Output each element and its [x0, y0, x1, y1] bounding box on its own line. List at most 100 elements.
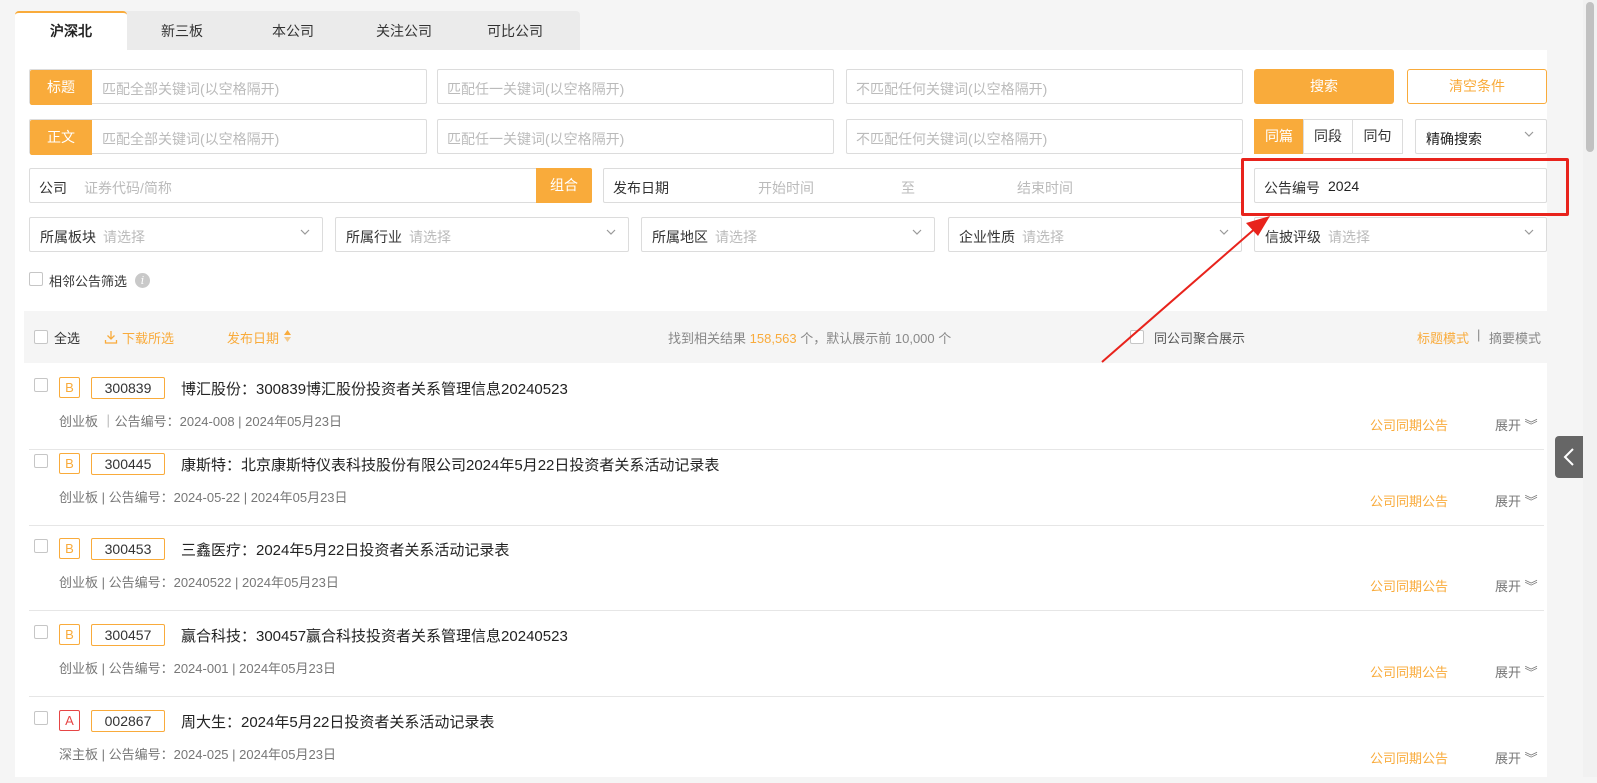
company-peer-announcements-link[interactable]: 公司同期公告 — [1370, 748, 1448, 767]
date-end-input[interactable]: 结束时间 — [1017, 178, 1073, 198]
company-peer-announcements-link[interactable]: 公司同期公告 — [1370, 662, 1448, 681]
filter-industry-placeholder: 请选择 — [409, 229, 451, 245]
sidebar-collapse-tab[interactable] — [1555, 436, 1584, 478]
chevron-down-icon — [606, 229, 616, 235]
result-checkbox[interactable] — [34, 378, 48, 392]
chevron-down-icon — [1524, 229, 1534, 235]
body-any-keywords-field[interactable]: 匹配任一关键词(以空格隔开) — [437, 119, 834, 154]
search-mode-select[interactable]: 精确搜索 — [1415, 119, 1547, 154]
scope-same-sentence[interactable]: 同句 — [1352, 119, 1403, 154]
search-button[interactable]: 搜索 — [1254, 69, 1394, 104]
clear-conditions-button[interactable]: 清空条件 — [1407, 69, 1547, 104]
title-all-keywords-field[interactable]: 标题 匹配全部关键词(以空格隔开) — [29, 69, 427, 105]
filter-enterprise-type-label: 企业性质 — [959, 229, 1015, 245]
search-mode-value: 精确搜索 — [1426, 131, 1482, 147]
result-row[interactable]: B 300453 三鑫医疗：2024年5月22日投资者关系活动记录表 创业板 |… — [29, 525, 1544, 611]
adjacent-filter-checkbox[interactable] — [29, 272, 43, 286]
result-checkbox[interactable] — [34, 454, 48, 468]
company-label: 公司 — [39, 180, 67, 196]
filter-industry-label: 所属行业 — [346, 229, 402, 245]
company-peer-announcements-link[interactable]: 公司同期公告 — [1370, 491, 1448, 510]
filter-region-label: 所属地区 — [652, 229, 708, 245]
title-mode-toggle[interactable]: 标题模式 — [1417, 328, 1469, 347]
disclosure-rating-badge: B — [59, 624, 80, 645]
scope-same-article[interactable]: 同篇 — [1254, 119, 1304, 154]
result-row[interactable]: A 002867 周大生：2024年5月22日投资者关系活动记录表 深主板 | … — [29, 697, 1544, 783]
info-icon[interactable]: i — [135, 273, 150, 288]
result-row[interactable]: B 300457 赢合科技：300457赢合科技投资者关系管理信息2024052… — [29, 611, 1544, 697]
disclosure-rating-badge: B — [59, 538, 80, 559]
announcement-title[interactable]: 博汇股份：300839博汇股份投资者关系管理信息20240523 — [181, 378, 568, 399]
announcement-meta: 创业板 | 公告编号：2024-05-22 | 2024年05月23日 — [59, 490, 348, 505]
page-scrollbar[interactable] — [1583, 0, 1597, 777]
tab-hushenbei[interactable]: 沪深北 — [15, 11, 127, 50]
expand-toggle[interactable]: 展开 ︾ — [1495, 662, 1538, 681]
filter-disclosure-rating-label: 信披评级 — [1265, 229, 1321, 245]
chevron-down-icon — [1219, 229, 1229, 235]
result-checkbox[interactable] — [34, 625, 48, 639]
expand-label: 展开 — [1495, 665, 1522, 680]
filter-industry-select[interactable]: 所属行业 请选择 — [335, 217, 629, 252]
date-range-separator: 至 — [901, 180, 915, 196]
filter-disclosure-rating-placeholder: 请选择 — [1328, 229, 1370, 245]
disclosure-rating-badge: B — [59, 453, 80, 474]
market-tabs: 沪深北 新三板 本公司 关注公司 可比公司 — [15, 11, 580, 50]
announcement-title[interactable]: 赢合科技：300457赢合科技投资者关系管理信息20240523 — [181, 625, 568, 646]
result-row[interactable]: B 300839 博汇股份：300839博汇股份投资者关系管理信息2024052… — [29, 364, 1544, 450]
announcement-title[interactable]: 康斯特：北京康斯特仪表科技股份有限公司2024年5月22日投资者关系活动记录表 — [181, 454, 719, 475]
expand-label: 展开 — [1495, 579, 1522, 594]
expand-toggle[interactable]: 展开 ︾ — [1495, 576, 1538, 595]
stock-code-badge[interactable]: 300453 — [91, 538, 165, 560]
stock-code-badge[interactable]: 300457 — [91, 624, 165, 646]
filter-enterprise-type-placeholder: 请选择 — [1022, 229, 1064, 245]
date-start-input[interactable]: 开始时间 — [758, 178, 814, 198]
sort-by-publish-date[interactable]: 发布日期 — [227, 328, 279, 347]
select-all-checkbox[interactable] — [34, 330, 48, 344]
title-exclude-keywords-field[interactable]: 不匹配任何关键词(以空格隔开) — [846, 69, 1243, 104]
company-field[interactable]: 公司 证券代码/简称 — [29, 168, 592, 203]
result-row[interactable]: B 300445 康斯特：北京康斯特仪表科技股份有限公司2024年5月22日投资… — [29, 440, 1544, 526]
tab-followed-companies[interactable]: 关注公司 — [348, 11, 460, 50]
stock-code-badge[interactable]: 300839 — [91, 377, 165, 399]
title-all-keywords-placeholder: 匹配全部关键词(以空格隔开) — [102, 81, 280, 97]
tab-xinsanban[interactable]: 新三板 — [126, 11, 238, 50]
announcement-title[interactable]: 三鑫医疗：2024年5月22日投资者关系活动记录表 — [181, 539, 509, 560]
expand-toggle[interactable]: 展开 ︾ — [1495, 491, 1538, 510]
title-exclude-keywords-placeholder: 不匹配任何关键词(以空格隔开) — [856, 81, 1048, 97]
filter-disclosure-rating-select[interactable]: 信披评级 请选择 — [1254, 217, 1547, 252]
summary-mode-toggle[interactable]: 摘要模式 — [1489, 328, 1541, 347]
annotation-highlight-box — [1241, 158, 1569, 216]
group-by-company-label: 同公司聚合展示 — [1154, 331, 1246, 346]
company-peer-announcements-link[interactable]: 公司同期公告 — [1370, 415, 1448, 434]
chevron-down-icon — [912, 229, 922, 235]
announcement-meta: 创业板 | 公告编号：20240522 | 2024年05月23日 — [59, 575, 339, 590]
tab-own-company[interactable]: 本公司 — [237, 11, 349, 50]
filter-enterprise-type-select[interactable]: 企业性质 请选择 — [948, 217, 1242, 252]
result-checkbox[interactable] — [34, 539, 48, 553]
scrollbar-thumb[interactable] — [1586, 2, 1594, 152]
group-by-company-checkbox[interactable] — [1130, 330, 1144, 344]
filter-board-placeholder: 请选择 — [103, 229, 145, 245]
stock-code-badge[interactable]: 002867 — [91, 710, 165, 732]
stock-code-badge[interactable]: 300445 — [91, 453, 165, 475]
company-peer-announcements-link[interactable]: 公司同期公告 — [1370, 576, 1448, 595]
scope-same-paragraph[interactable]: 同段 — [1303, 119, 1353, 154]
double-chevron-down-icon: ︾ — [1524, 751, 1538, 766]
filter-region-select[interactable]: 所属地区 请选择 — [641, 217, 935, 252]
disclosure-rating-badge: A — [59, 710, 80, 731]
title-any-keywords-placeholder: 匹配任一关键词(以空格隔开) — [447, 81, 625, 97]
result-checkbox[interactable] — [34, 711, 48, 725]
tab-comparable-companies[interactable]: 可比公司 — [459, 11, 571, 50]
combine-button[interactable]: 组合 — [536, 168, 592, 203]
publish-date-range: 发布日期 开始时间 至 结束时间 — [603, 168, 1243, 203]
sort-icon[interactable] — [283, 329, 292, 343]
download-selected-button[interactable]: 下载所选 — [122, 328, 174, 347]
filter-board-select[interactable]: 所属板块 请选择 — [29, 217, 323, 252]
title-any-keywords-field[interactable]: 匹配任一关键词(以空格隔开) — [437, 69, 834, 104]
expand-toggle[interactable]: 展开 ︾ — [1495, 748, 1538, 767]
body-all-keywords-field[interactable]: 正文 匹配全部关键词(以空格隔开) — [29, 119, 427, 155]
announcement-title[interactable]: 周大生：2024年5月22日投资者关系活动记录表 — [181, 711, 494, 732]
body-exclude-keywords-field[interactable]: 不匹配任何关键词(以空格隔开) — [846, 119, 1243, 154]
download-icon[interactable] — [104, 330, 118, 344]
expand-toggle[interactable]: 展开 ︾ — [1495, 415, 1538, 434]
